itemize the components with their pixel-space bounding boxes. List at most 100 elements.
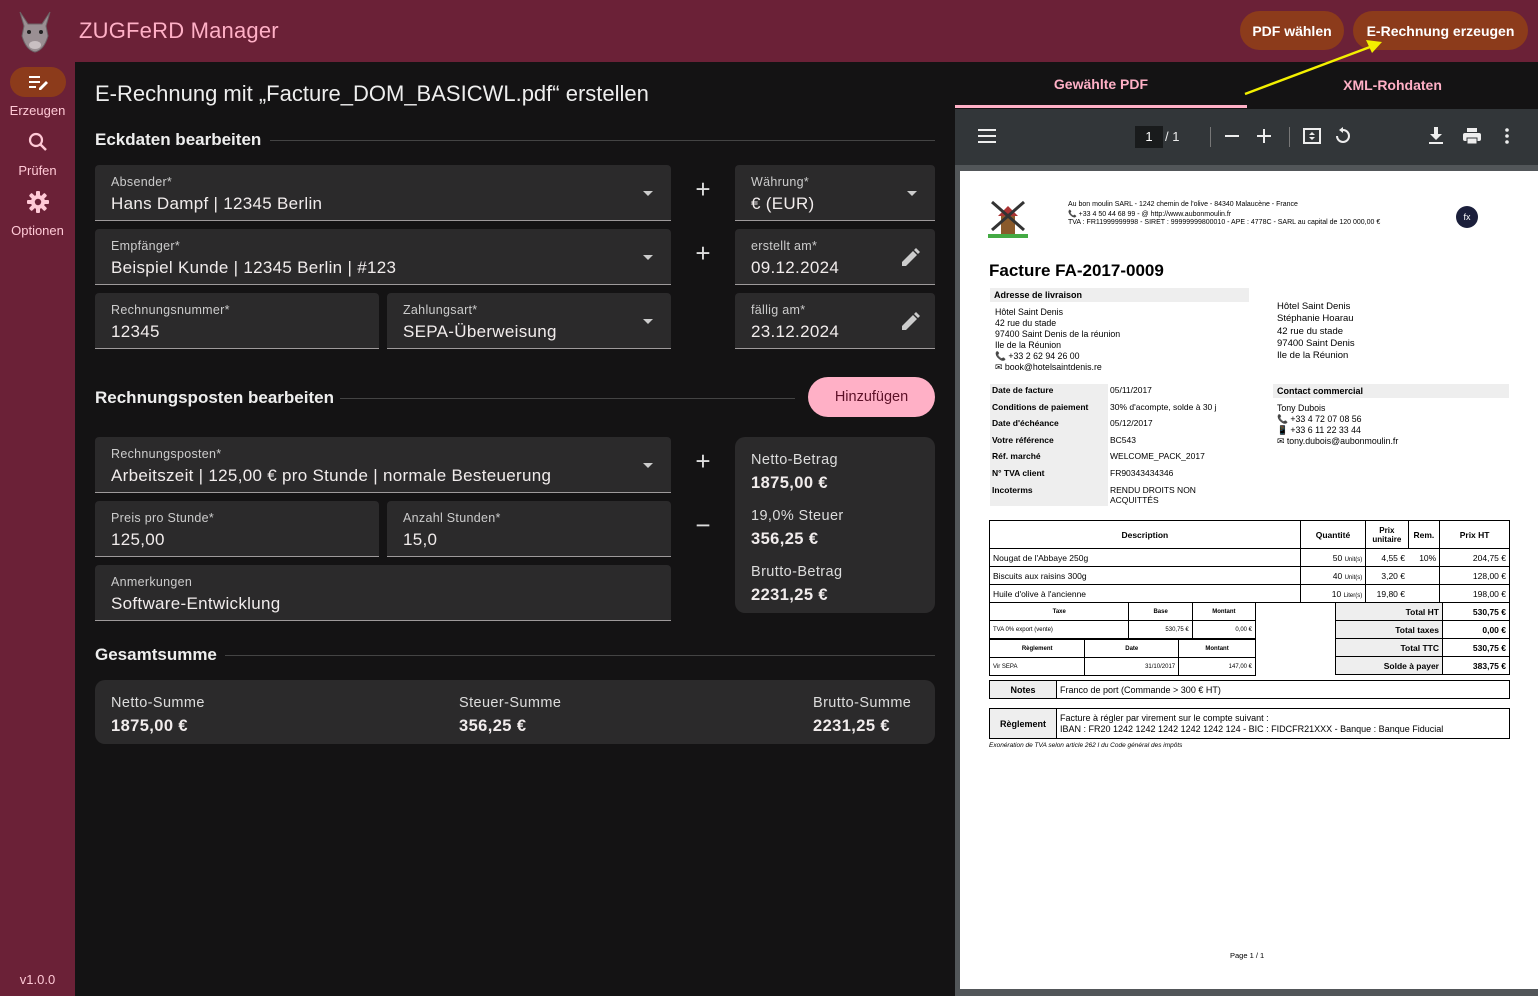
- add-posten-plus-icon[interactable]: +: [693, 448, 713, 474]
- total-label: Total TTC: [1335, 638, 1443, 657]
- netto-summe-label: Netto-Summe: [111, 695, 205, 711]
- meta-row: Conditions de paiement 30% d'acompte, sol…: [990, 400, 1250, 418]
- empfaenger-select[interactable]: Empfänger* Beispiel Kunde | 12345 Berlin…: [95, 229, 671, 285]
- meta-row: Incoterms RENDU DROITS NON ACQUITTÉS: [990, 483, 1250, 506]
- meta-value: FR90343434346: [1110, 467, 1174, 478]
- reglement-line: IBAN : FR20 1242 1242 1242 1242 1242 124…: [1060, 723, 1444, 734]
- preis-field[interactable]: Preis pro Stunde* 125,00: [95, 501, 379, 557]
- more-vert-icon[interactable]: [1505, 128, 1509, 144]
- table-row: Nougat de l'Abbaye 250g 50 Unit(s) 4,55 €1…: [989, 548, 1510, 567]
- total-summary-box: Netto-Summe 1875,00 € Steuer-Summe 356,2…: [95, 680, 935, 744]
- cell: 204,75 €: [1439, 548, 1510, 567]
- choose-pdf-button[interactable]: PDF wählen: [1240, 11, 1344, 50]
- section-title: Gesamtsumme: [95, 645, 217, 664]
- brutto-summe-value: 2231,25 €: [813, 717, 891, 735]
- add-absender-plus-icon[interactable]: +: [693, 176, 713, 202]
- donkey-logo-icon: [19, 11, 51, 53]
- nav-optionen[interactable]: Optionen: [0, 187, 75, 238]
- menu-icon[interactable]: [978, 129, 996, 143]
- toolbar-divider: [1210, 127, 1211, 147]
- cell: 147,00 €: [1178, 657, 1256, 676]
- divider: [340, 398, 795, 399]
- gear-icon: [10, 187, 66, 217]
- zahlungsart-select[interactable]: Zahlungsart* SEPA-Überweisung: [387, 293, 671, 349]
- waehrung-select[interactable]: Währung* € (EUR): [735, 165, 935, 221]
- field-label: Währung*: [751, 175, 809, 189]
- cell: 128,00 €: [1439, 566, 1510, 585]
- add-item-button[interactable]: Hinzufügen: [808, 377, 935, 417]
- steuer-summe-label: Steuer-Summe: [459, 695, 562, 711]
- nav-label: Prüfen: [18, 163, 57, 178]
- nav-pruefen[interactable]: Prüfen: [0, 127, 75, 178]
- col-header: Date: [1084, 639, 1180, 658]
- zoom-out-icon[interactable]: [1225, 129, 1239, 143]
- download-icon[interactable]: [1428, 127, 1444, 145]
- absender-select[interactable]: Absender* Hans Dampf | 12345 Berlin: [95, 165, 671, 221]
- total-label: Total HT: [1335, 602, 1443, 621]
- pdf-viewer[interactable]: Au bon moulin SARL - 1242 chemin de l'ol…: [955, 165, 1538, 996]
- nav-label: Optionen: [11, 223, 64, 238]
- erstellt-date-field[interactable]: erstellt am* 09.12.2024: [735, 229, 935, 285]
- col-header: Taxe: [988, 602, 1130, 621]
- meta-row: Réf. marché WELCOME_PACK_2017: [990, 450, 1250, 467]
- netto-label: Netto-Betrag: [751, 452, 839, 468]
- client-address: Hôtel Saint Denis Stéphanie Hoarau 42 rue …: [1277, 301, 1355, 362]
- dropdown-arrow-icon: [907, 191, 917, 196]
- pencil-icon[interactable]: [899, 247, 921, 269]
- col-header: Montant: [1191, 602, 1257, 621]
- cell: [1408, 584, 1441, 603]
- tax-table: Taxe Base Montant TVA 0% export (vente) 530…: [988, 602, 1257, 639]
- company-tva: TVA : FR11999999998 - SIRET : 9999999980…: [1068, 219, 1381, 226]
- app-version: v1.0.0: [19, 972, 56, 987]
- stunden-field[interactable]: Anzahl Stunden* 15,0: [387, 501, 671, 557]
- cell: Vir SEPA: [988, 657, 1086, 676]
- cell: 530,75 €: [1128, 620, 1193, 639]
- faellig-date-field[interactable]: fällig am* 23.12.2024: [735, 293, 935, 349]
- items-table: Description Quantité Prix unitaire Rem. …: [989, 520, 1510, 603]
- create-einvoice-button[interactable]: E-Rechnung erzeugen: [1353, 11, 1528, 50]
- top-app-bar: ZUGFeRD Manager PDF wählen E-Rechnung er…: [0, 0, 1538, 62]
- field-value: 09.12.2024: [751, 258, 840, 277]
- notes-label: Notes: [989, 680, 1057, 699]
- meta-value: 05/12/2017: [1110, 418, 1153, 429]
- add-empfaenger-plus-icon[interactable]: +: [693, 240, 713, 266]
- address-line: Ile de la Réunion: [1277, 350, 1349, 362]
- search-icon: [10, 127, 66, 157]
- app-title: ZUGFeRD Manager: [79, 18, 279, 43]
- contact-heading: Contact commercial: [1273, 384, 1509, 398]
- tab-xml-raw[interactable]: XML-Rohdaten: [1247, 62, 1538, 108]
- rotate-icon[interactable]: [1334, 127, 1352, 145]
- meta-key: Votre référence: [990, 433, 1108, 451]
- edit-list-icon: [9, 67, 66, 97]
- cell: 0,00 €: [1191, 620, 1257, 639]
- field-value: Arbeitszeit | 125,00 € pro Stunde | norm…: [111, 466, 552, 485]
- netto-summe-value: 1875,00 €: [111, 717, 189, 735]
- qty: 50: [1332, 552, 1345, 563]
- field-label: Empfänger*: [111, 239, 181, 253]
- cell: 50 Unit(s): [1299, 548, 1367, 567]
- meta-row: Votre référence BC543: [990, 433, 1250, 451]
- notes-value: Franco de port (Commande > 300 € HT): [1056, 680, 1510, 699]
- reglement-line: Facture à régler par virement sur le com…: [1060, 712, 1269, 723]
- nav-erzeugen[interactable]: Erzeugen: [0, 67, 75, 118]
- remove-posten-minus-icon[interactable]: −: [693, 512, 713, 538]
- totals-table: Total HT 530,75 € Total taxes 0,00 € Total T…: [1335, 602, 1510, 675]
- pencil-icon[interactable]: [899, 311, 921, 333]
- unit: Liter(s): [1343, 592, 1363, 599]
- rechnungsposten-select[interactable]: Rechnungsposten* Arbeitszeit | 125,00 € …: [95, 437, 671, 493]
- section-title: Eckdaten bearbeiten: [95, 130, 262, 149]
- col-header: Description: [989, 520, 1301, 549]
- fit-page-icon[interactable]: [1303, 128, 1321, 144]
- rechnungsnummer-field[interactable]: Rechnungsnummer* 12345: [95, 293, 379, 349]
- anmerkungen-field[interactable]: Anmerkungen Software-Entwicklung: [95, 565, 671, 621]
- zoom-in-icon[interactable]: [1257, 129, 1271, 143]
- page-number-input[interactable]: 1: [1135, 126, 1163, 148]
- qty: 10: [1331, 588, 1344, 599]
- meta-key: Date d'échéance: [990, 417, 1108, 434]
- print-icon[interactable]: [1463, 127, 1481, 145]
- tab-selected-pdf[interactable]: Gewählte PDF: [955, 62, 1247, 108]
- page-count: / 1: [1165, 129, 1180, 144]
- field-value: SEPA-Überweisung: [403, 322, 557, 341]
- total-label: Solde à payer: [1335, 656, 1443, 675]
- brutto-label: Brutto-Betrag: [751, 564, 843, 580]
